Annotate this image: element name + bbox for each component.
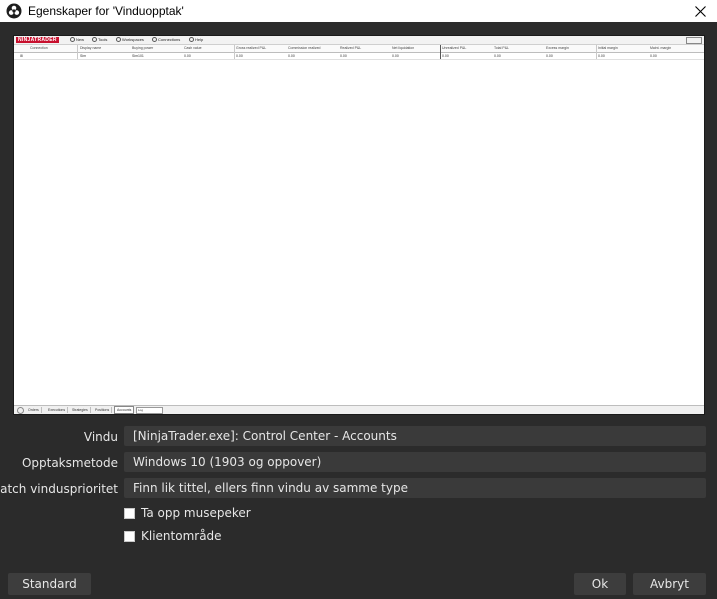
- ninjatrader-tab-bar: Orders Executions Strategies Positions A…: [14, 405, 704, 414]
- client-area-label: Klientområde: [141, 529, 222, 543]
- client-area-checkbox-row[interactable]: Klientområde: [124, 529, 222, 543]
- capture-cursor-checkbox-row[interactable]: Ta opp musepeker: [124, 506, 251, 520]
- menu-tools: Tools: [92, 36, 107, 44]
- table-row: ⊞ Sim Sim101 0.00 0.00 0.00 0.00 0.00 0.…: [14, 53, 704, 60]
- ninjatrader-menubar: NINJATRADER New Tools Workspaces Connect…: [14, 36, 704, 45]
- capture-method-select[interactable]: Windows 10 (1903 og oppover): [124, 452, 706, 472]
- tab-select: Log: [136, 407, 163, 414]
- new-icon: [70, 37, 75, 43]
- tab-positions: Positions: [93, 407, 113, 413]
- title-bar: Egenskaper for 'Vinduopptak': [0, 0, 717, 22]
- grid-cell: 0.00: [546, 54, 553, 58]
- grid-cell: 0.00: [392, 54, 399, 58]
- window-title: Egenskaper for 'Vinduopptak': [28, 4, 184, 18]
- grid-cell: 0.00: [288, 54, 295, 58]
- close-button[interactable]: [683, 0, 717, 22]
- window-match-label: Match vindusprioritet: [0, 482, 118, 496]
- tab-orders: Orders: [26, 407, 42, 413]
- grid-header-cell: Unrealized P&L: [442, 46, 467, 50]
- menu-new: New: [70, 36, 84, 44]
- grid-header-cell: Buying power: [132, 46, 154, 50]
- grid-cell: 0.00: [650, 54, 657, 58]
- grid-cell: 0.00: [598, 54, 605, 58]
- grid-cell: 0.00: [340, 54, 347, 58]
- ninjatrader-logo: NINJATRADER: [16, 37, 59, 43]
- grid-header-cell: Total P&L: [494, 46, 509, 50]
- tab-strategies: Strategies: [70, 407, 91, 413]
- grid-cell: Sim: [80, 54, 87, 58]
- capture-cursor-checkbox[interactable]: [124, 507, 135, 519]
- menu-connections: Connections: [152, 36, 180, 44]
- grid-header-cell: Maint. margin: [650, 46, 672, 50]
- ok-button[interactable]: Ok: [574, 573, 626, 595]
- capture-method-label: Opptaksmetode: [21, 456, 118, 470]
- client-area-checkbox[interactable]: [124, 530, 135, 542]
- help-icon: [189, 37, 194, 43]
- window-match-select[interactable]: Finn lik tittel, ellers finn vindu av sa…: [124, 478, 706, 498]
- menu-workspaces: Workspaces: [116, 36, 144, 44]
- close-icon: [694, 5, 706, 17]
- window-controls-icon: [686, 37, 702, 44]
- grid-header-cell: Net liquidation: [392, 46, 415, 50]
- defaults-button[interactable]: Standard: [8, 573, 91, 595]
- grid-header-cell: Display name: [80, 46, 102, 50]
- connections-icon: [152, 37, 157, 43]
- tab-accounts: Accounts: [114, 406, 135, 414]
- grid-cell: 0.00: [236, 54, 243, 58]
- grid-header-cell: Commission realized: [288, 46, 321, 50]
- grid-header-cell: Initial margin: [598, 46, 618, 50]
- capture-cursor-label: Ta opp musepeker: [141, 506, 251, 520]
- grid-header-cell: Connection: [30, 46, 48, 50]
- accounts-grid-header: Connection Display name Buying power Cas…: [14, 45, 704, 53]
- window-select[interactable]: [NinjaTrader.exe]: Control Center - Acco…: [124, 426, 706, 446]
- grid-cell: 0.00: [494, 54, 501, 58]
- add-tab-icon: [17, 407, 24, 414]
- grid-cell: Sim101: [132, 54, 144, 58]
- obs-logo-icon: [6, 3, 22, 19]
- menu-help: Help: [189, 36, 203, 44]
- grid-header-cell: Realized P&L: [340, 46, 362, 50]
- workspaces-icon: [116, 37, 121, 43]
- window-label: Vindu: [83, 430, 118, 444]
- grid-cell: 0.00: [442, 54, 449, 58]
- grid-cell: 0.00: [184, 54, 191, 58]
- capture-preview: NINJATRADER New Tools Workspaces Connect…: [13, 35, 705, 415]
- grid-header-cell: Cash value: [184, 46, 202, 50]
- cancel-button[interactable]: Avbryt: [633, 573, 706, 595]
- tools-icon: [92, 37, 97, 43]
- tab-executions: Executions: [46, 407, 69, 413]
- grid-header-cell: Gross realized P&L: [236, 46, 267, 50]
- grid-header-cell: Excess margin: [546, 46, 569, 50]
